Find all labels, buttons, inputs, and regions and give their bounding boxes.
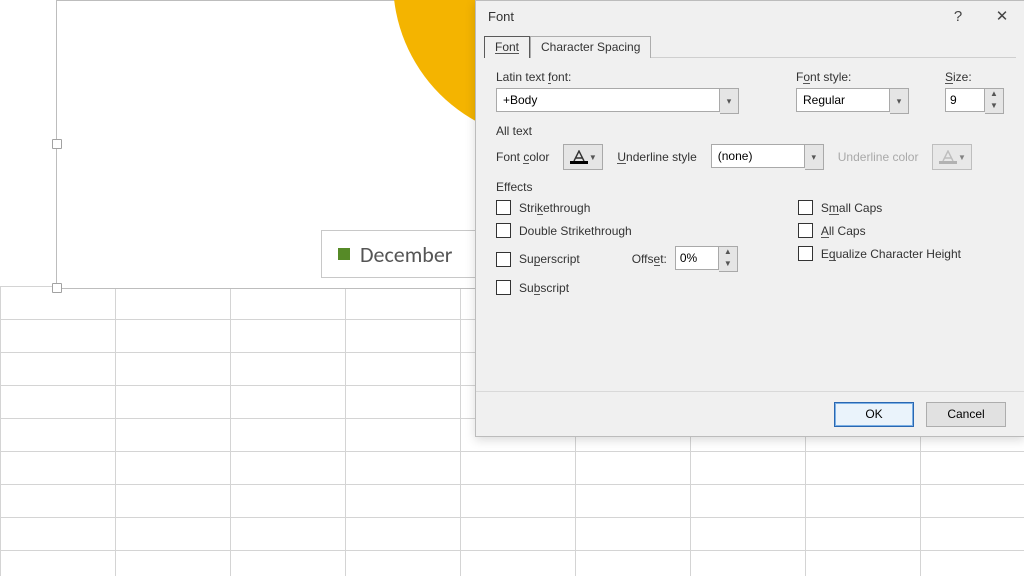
font-dialog: Font ? ✕ Font Character Spacing Latin te… (475, 0, 1024, 437)
small-caps-checkbox[interactable]: Small Caps (798, 200, 961, 215)
font-color-button[interactable]: ▼ (563, 144, 603, 170)
chevron-down-icon: ▼ (589, 153, 597, 162)
dialog-title: Font (488, 9, 514, 24)
legend-color-swatch (338, 248, 350, 260)
cancel-button[interactable]: Cancel (926, 402, 1006, 427)
all-text-label: All text (496, 124, 1004, 138)
offset-spinner[interactable]: ▲▼ (675, 246, 738, 272)
size-spinner[interactable]: ▲▼ (945, 88, 1004, 114)
strikethrough-checkbox[interactable]: Strikethrough (496, 200, 738, 215)
tab-font[interactable]: Font (484, 36, 530, 58)
size-label: Size: (945, 70, 1004, 84)
size-input[interactable] (945, 88, 985, 112)
chevron-down-icon[interactable]: ▾ (805, 144, 824, 170)
latin-font-input[interactable] (496, 88, 720, 112)
all-caps-checkbox[interactable]: All Caps (798, 223, 961, 238)
spinner-buttons[interactable]: ▲▼ (985, 88, 1004, 114)
underline-style-dropdown[interactable]: ▾ (711, 144, 824, 170)
double-strikethrough-checkbox[interactable]: Double Strikethrough (496, 223, 738, 238)
underline-style-input[interactable] (711, 144, 805, 168)
ok-button[interactable]: OK (834, 402, 914, 427)
chevron-down-icon[interactable]: ▾ (890, 88, 909, 114)
effects-label: Effects (496, 180, 1004, 194)
font-color-label: Font color (496, 150, 549, 164)
chevron-down-icon[interactable]: ▾ (720, 88, 739, 114)
font-style-label: Font style: (796, 70, 909, 84)
subscript-checkbox[interactable]: Subscript (496, 280, 738, 295)
font-style-input[interactable] (796, 88, 890, 112)
offset-label: Offset: (632, 252, 667, 266)
underline-color-icon (939, 150, 957, 164)
dialog-button-bar: OK Cancel (476, 391, 1024, 436)
latin-font-label: Latin text font: (496, 70, 760, 84)
legend-item-label: December (360, 241, 452, 268)
equalize-height-checkbox[interactable]: Equalize Character Height (798, 246, 961, 261)
resize-handle-left[interactable] (52, 139, 62, 149)
tab-character-spacing[interactable]: Character Spacing (530, 36, 651, 58)
chevron-down-icon: ▼ (958, 153, 966, 162)
font-color-icon (570, 150, 588, 164)
spinner-buttons[interactable]: ▲▼ (719, 246, 738, 272)
latin-font-dropdown[interactable]: ▾ (496, 88, 760, 114)
underline-color-label: Underline color (838, 150, 919, 164)
offset-input[interactable] (675, 246, 719, 270)
close-button[interactable]: ✕ (980, 1, 1024, 31)
underline-style-label: Underline style (617, 150, 696, 164)
underline-color-button: ▼ (932, 144, 972, 170)
dialog-titlebar[interactable]: Font ? ✕ (476, 1, 1024, 31)
help-button[interactable]: ? (936, 1, 980, 31)
superscript-checkbox[interactable]: Superscript (496, 252, 580, 267)
font-style-dropdown[interactable]: ▾ (796, 88, 909, 114)
resize-handle-bottom-left[interactable] (52, 283, 62, 293)
